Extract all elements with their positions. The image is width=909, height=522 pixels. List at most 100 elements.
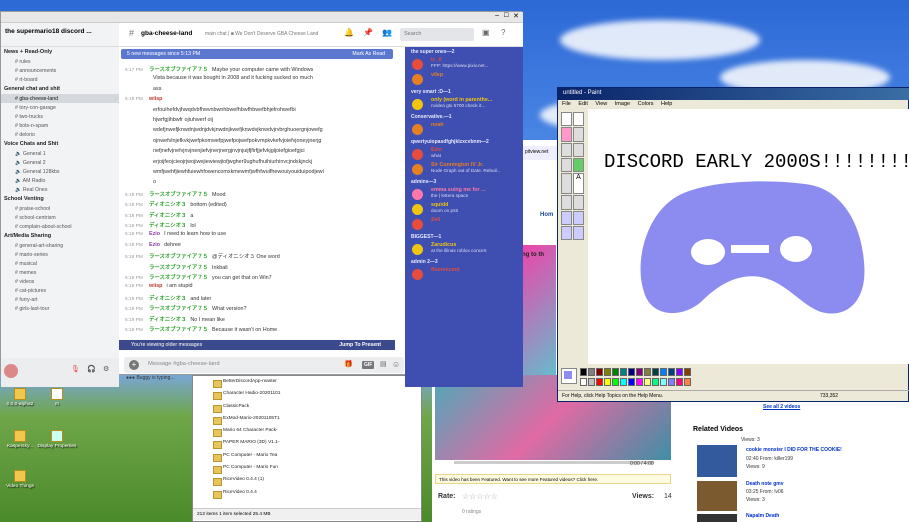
file-item[interactable]: PC Computer - Mario Fun (193, 464, 421, 476)
category-voice[interactable]: Voice Chats and Shit (1, 139, 119, 149)
color-swatch[interactable] (644, 377, 651, 386)
color-swatch[interactable] (660, 377, 667, 386)
color-swatch[interactable] (596, 368, 603, 376)
color-swatch[interactable] (580, 377, 587, 386)
message-author[interactable]: ディオニシオ３ (149, 296, 186, 302)
picker-tool[interactable] (561, 142, 572, 157)
color-swatch[interactable] (612, 368, 619, 376)
eraser-tool[interactable] (561, 127, 572, 142)
message-author[interactable]: Ezio (149, 231, 160, 237)
text-tool[interactable]: A (573, 173, 584, 195)
channel-tory-con-garage[interactable]: # tory-con-garage (1, 103, 119, 112)
maximize-icon[interactable]: ☐ (504, 12, 509, 19)
file-item[interactable]: Mario 64 Character Pack- (193, 427, 421, 439)
channel-school-centrism[interactable]: # school-centrism (1, 213, 119, 222)
message-row[interactable]: o (119, 179, 389, 185)
airbrush-tool[interactable] (561, 173, 572, 195)
voice-general-128[interactable]: 🔈 General 128kbs (1, 167, 119, 176)
message-author[interactable]: ディオニシオ３ (149, 213, 186, 219)
member-item[interactable]: Ezio what (405, 147, 523, 162)
message-row[interactable]: wdefjnwefjknwdnjwdnjdvkjnwdnjkwefjknwdvj… (119, 127, 389, 133)
channel-delorio[interactable]: # delorio (1, 130, 119, 139)
message-row[interactable]: 5:19 PM ディオニシオ３ No I mean like (119, 315, 389, 323)
server-name[interactable]: the supermario18 discord ... (1, 23, 119, 47)
message-author[interactable]: ラースオブファイア７５ (149, 67, 208, 73)
color-swatch[interactable] (604, 377, 611, 386)
channel-videos[interactable]: # videos (1, 277, 119, 286)
member-item[interactable]: Sir Cunnington IV Jr. Node Graph out of D… (405, 162, 523, 177)
curve-tool[interactable] (573, 195, 584, 210)
message-row[interactable]: 5:19 PM ラースオブファイア７５ Because it wasn't on H… (119, 325, 389, 333)
gear-icon[interactable]: ⚙ (103, 365, 109, 373)
pencil-tool[interactable] (561, 157, 572, 172)
message-row[interactable]: ass (119, 86, 389, 92)
voice-am-radio[interactable]: 🔈 AM Radio (1, 176, 119, 185)
message-row[interactable]: 5:18 PM ディオニシオ３ bottom (edited) (119, 200, 389, 208)
voice-real-ones[interactable]: 🔈 Real Ones (1, 185, 119, 194)
message-row[interactable]: 5:19 PM wiisp i am stupid (119, 283, 389, 289)
color-swatch[interactable] (684, 377, 691, 386)
message-row[interactable]: 5:19 PM ラースオブファイア７５ What version? (119, 304, 389, 312)
message-row[interactable]: 5:19 PM ラースオブファイア７５ you can get that on Wi… (119, 273, 389, 281)
related-video-thumbnail[interactable] (697, 445, 737, 477)
member-item[interactable]: Zarudicus at the illinas roblox concert (405, 242, 523, 257)
message-author[interactable]: ディオニシオ３ (149, 202, 186, 208)
file-item[interactable]: ExMod-Mario-20201105T1 (193, 415, 421, 427)
channel-mario-series[interactable]: # mario-series (1, 250, 119, 259)
desktop-icon-display-properties[interactable]: Display Properties (32, 430, 82, 449)
ellipse-tool[interactable] (561, 225, 572, 240)
color-swatch[interactable] (596, 377, 603, 386)
emoji-icon[interactable]: ☺ (392, 360, 400, 369)
related-video-title[interactable]: Napalm Death (746, 513, 779, 519)
message-author[interactable]: ラースオブファイア７５ (149, 265, 208, 271)
url-bar[interactable]: pitview.net (522, 146, 557, 160)
message-row[interactable]: hjwrfgjihbwfr ojiuhwerf oij (119, 117, 389, 123)
channel-cat-pictures[interactable]: # cat-pictures (1, 286, 119, 295)
color-swatch[interactable] (604, 368, 611, 376)
color-swatch[interactable] (588, 368, 595, 376)
message-row[interactable]: 5:18 PM ディオニシオ３ lol (119, 221, 389, 229)
channel-rt-board[interactable]: # rt-board (1, 75, 119, 84)
channel-complain-about-school[interactable]: # complain-about-school (1, 222, 119, 231)
color-swatch[interactable] (628, 377, 635, 386)
color-swatch[interactable] (660, 368, 667, 376)
color-swatch[interactable] (636, 368, 643, 376)
see-all-videos-link[interactable]: See all 2 videos (763, 404, 800, 410)
category-news[interactable]: News + Read-Only (1, 47, 119, 57)
magnifier-tool[interactable] (573, 142, 584, 157)
rounded-rect-tool[interactable] (573, 225, 584, 240)
message-row[interactable]: 5:18 PM Ezio I need to learn how to use (119, 231, 389, 237)
message-row[interactable]: 5:18 PM ラースオブファイア７５ @ディオニシオ３ One word (119, 252, 389, 260)
paint-title-bar[interactable]: untitled - Paint (558, 88, 909, 100)
message-row[interactable]: wmfjwehfjiewhfuiewhfowencomxkmewmfjwfhfw… (119, 169, 389, 175)
upload-plus-icon[interactable]: + (129, 360, 139, 370)
color-swatch[interactable] (588, 377, 595, 386)
headphones-icon[interactable]: 🎧 (87, 365, 96, 373)
file-item[interactable]: Character Hadio-20201101 (193, 390, 421, 402)
member-item[interactable]: Zell (405, 217, 523, 232)
color-swatch[interactable] (684, 368, 691, 376)
minimize-icon[interactable]: – (495, 12, 499, 19)
color-swatch[interactable] (620, 377, 627, 386)
current-colors[interactable] (561, 368, 577, 384)
message-author[interactable]: ラースオブファイア７５ (149, 275, 208, 281)
color-swatch[interactable] (668, 377, 675, 386)
member-item[interactable]: fluorescent (405, 267, 523, 282)
category-school[interactable]: School Venting (1, 194, 119, 204)
file-item[interactable]: ClassicPack (193, 403, 421, 415)
fill-tool[interactable] (573, 127, 584, 142)
channel-general-art-sharing[interactable]: # general-art-sharing (1, 241, 119, 250)
message-row[interactable]: erjoijfeojcieojrjwojiwejiewiewjiofjwgher… (119, 159, 389, 165)
menu-edit[interactable]: Edit (578, 101, 587, 107)
color-swatch[interactable] (652, 377, 659, 386)
search-input[interactable]: Search (400, 28, 474, 41)
related-video-thumbnail[interactable] (697, 481, 737, 511)
channel-furry-art[interactable]: # furry-art (1, 295, 119, 304)
paint-canvas[interactable]: DISCORD EARLY 2000S!!!!!!!!! (588, 109, 909, 364)
channel-topic[interactable]: main chat | ■ We Don't Deserve GBA Chees… (205, 31, 335, 37)
member-item[interactable]: squidd doom on ps5 (405, 202, 523, 217)
mark-as-read-button[interactable]: Mark As Read (352, 51, 385, 57)
voice-general-2[interactable]: 🔈 General 2 (1, 158, 119, 167)
color-swatch[interactable] (668, 368, 675, 376)
line-tool[interactable] (561, 195, 572, 210)
